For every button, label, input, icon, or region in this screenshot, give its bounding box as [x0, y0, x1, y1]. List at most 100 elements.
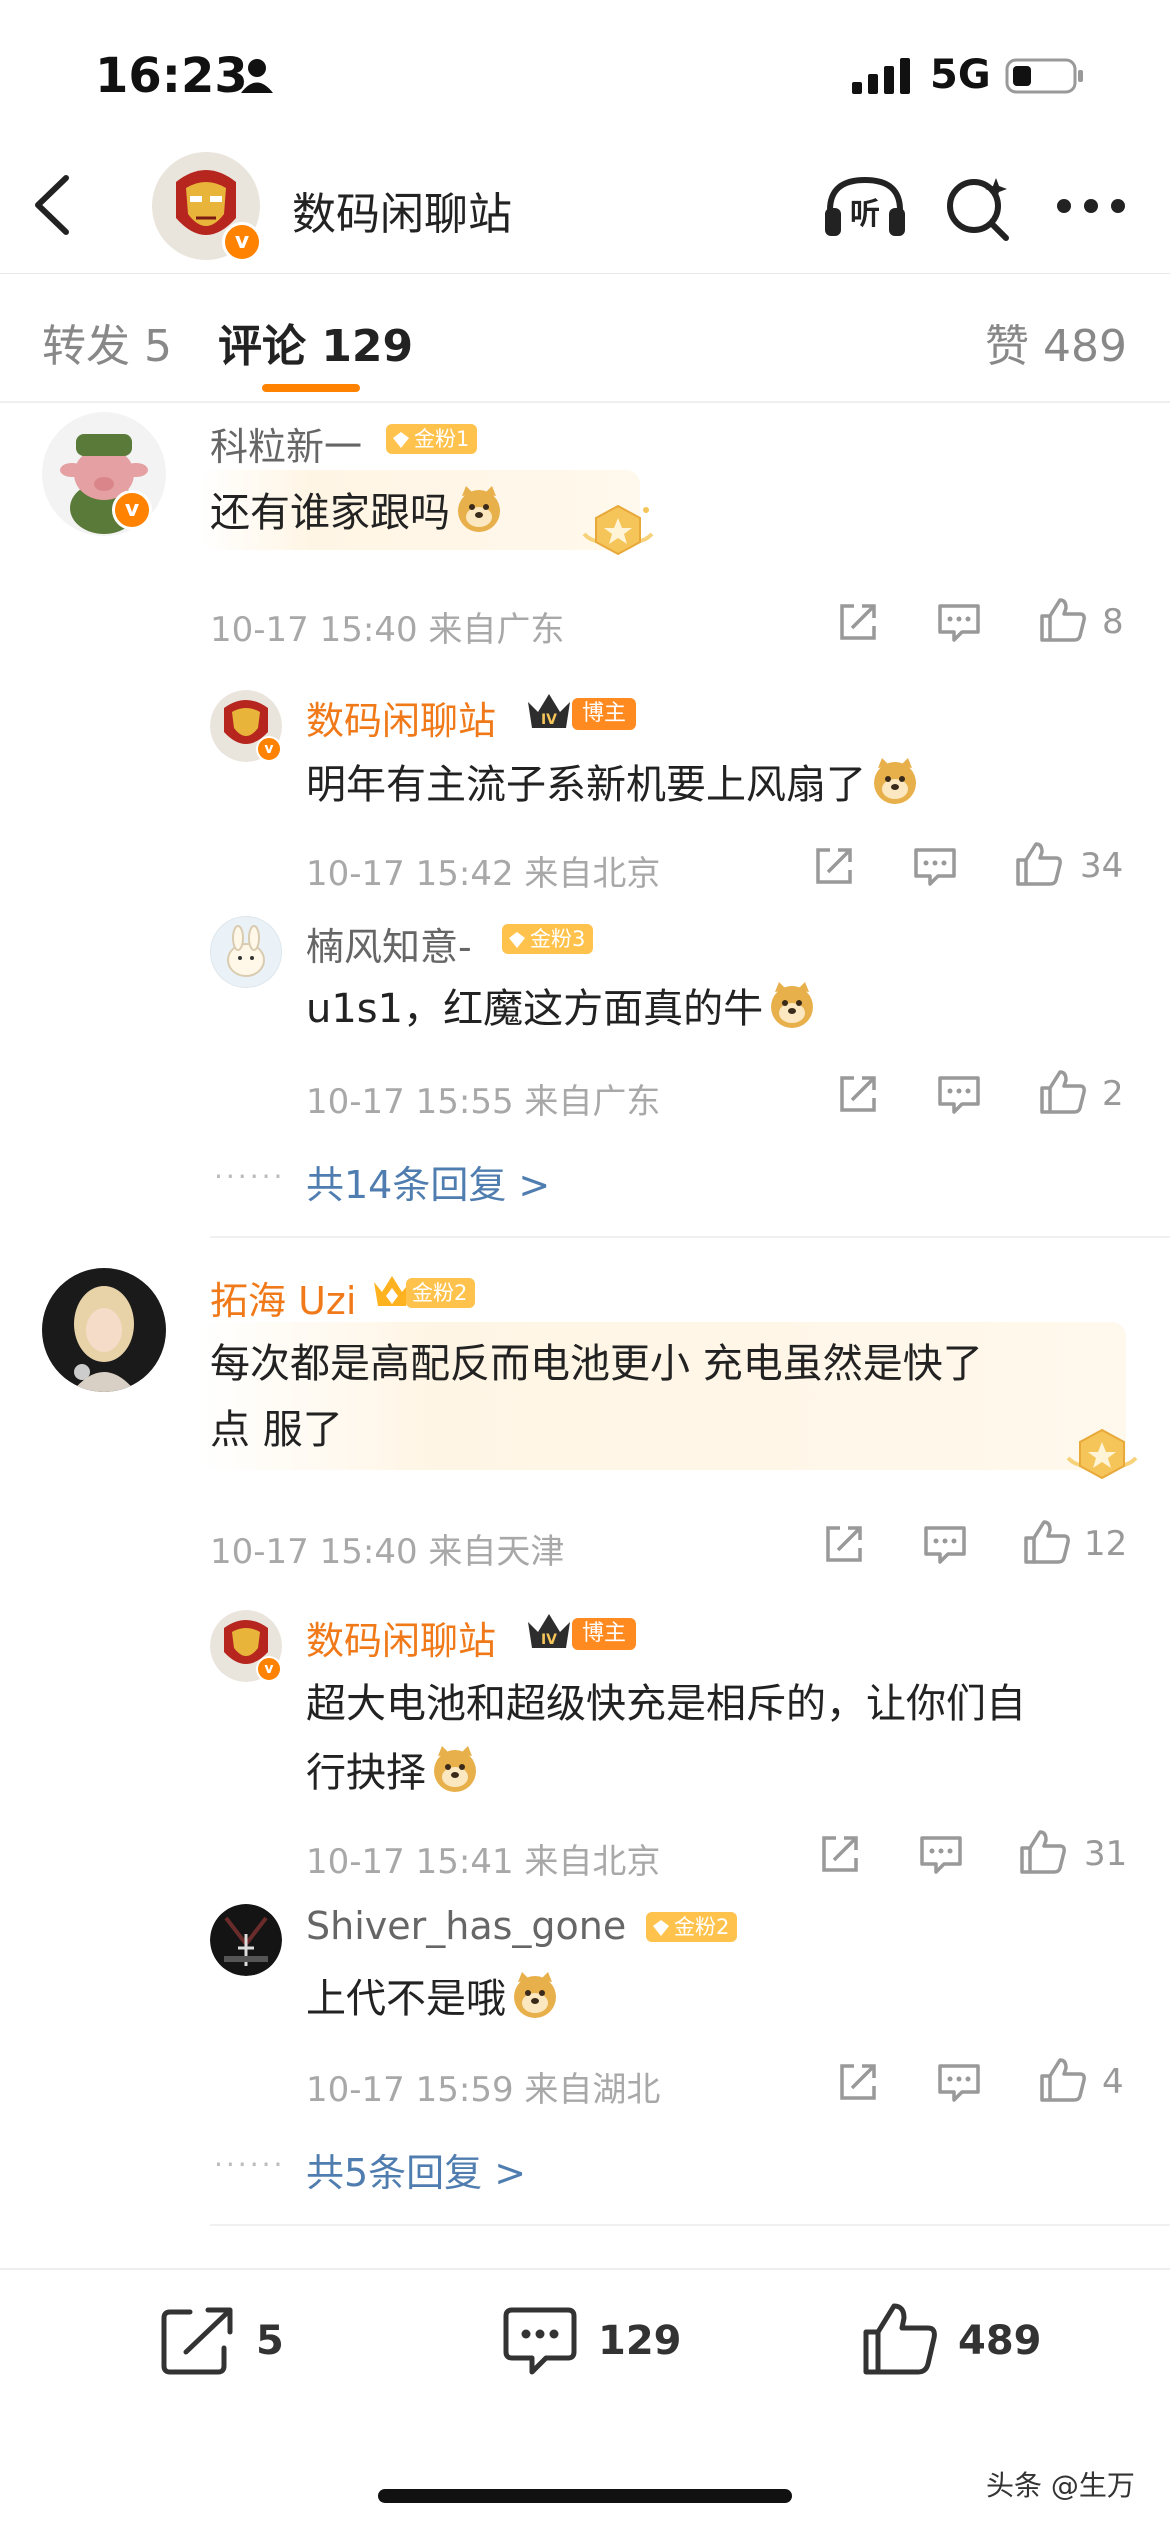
- like-count[interactable]: 489: [958, 2318, 1042, 2364]
- header-divider: [0, 273, 1170, 274]
- repost-icon[interactable]: [836, 2060, 880, 2104]
- reply-text-value: 明年有主流子系新机要上风扇了: [306, 762, 866, 808]
- comment-meta: 10-17 15:40 来自天津: [210, 1532, 565, 1572]
- svg-text:IV: IV: [541, 1632, 557, 1648]
- doge-emoji-icon: [510, 1970, 560, 2020]
- tab-reposts[interactable]: 转发 5: [42, 310, 172, 374]
- like-count: 4: [1102, 2062, 1124, 2102]
- reply-meta: 10-17 15:59 来自湖北: [306, 2070, 661, 2110]
- gold-medal-icon: [580, 500, 656, 562]
- reply-meta: 10-17 15:41 来自北京: [306, 1842, 661, 1882]
- search-icon[interactable]: [944, 174, 1014, 244]
- tabs-divider: [0, 401, 1170, 403]
- reply-icon[interactable]: [912, 846, 958, 888]
- like-icon[interactable]: [1038, 596, 1088, 644]
- reply-icon[interactable]: [936, 602, 982, 644]
- fan-badge: 金粉3: [502, 924, 594, 954]
- verified-badge-icon: v: [256, 1656, 282, 1682]
- like-icon[interactable]: [1022, 1518, 1072, 1566]
- avatar[interactable]: [42, 1268, 166, 1392]
- comment-divider: [210, 2224, 1170, 2226]
- verified-badge-icon: v: [222, 222, 262, 262]
- svg-text:听: 听: [850, 197, 880, 232]
- more-icon[interactable]: [1056, 198, 1126, 214]
- comment-text-line1: 每次都是高配反而电池更小 充电虽然是快了: [210, 1341, 983, 1387]
- like-icon[interactable]: [1038, 2056, 1088, 2104]
- tab-likes[interactable]: 赞 489: [985, 310, 1127, 374]
- reply-username[interactable]: 数码闲聊站: [306, 1610, 496, 1665]
- verified-badge-icon: v: [112, 490, 152, 530]
- repost-icon[interactable]: [836, 1072, 880, 1116]
- home-indicator[interactable]: [378, 2489, 792, 2503]
- network-label: 5G: [930, 52, 991, 98]
- back-icon[interactable]: [30, 172, 74, 238]
- repost-count[interactable]: 5: [256, 2318, 284, 2364]
- diamond-icon: [508, 931, 526, 949]
- dots-decoration: ······: [214, 1160, 286, 1193]
- reply-avatar[interactable]: [210, 1904, 282, 1976]
- reply-text: 明年有主流子系新机要上风扇了: [306, 756, 920, 811]
- doge-emoji-icon: [454, 484, 504, 534]
- reply-avatar[interactable]: [210, 916, 282, 988]
- page-title: 数码闲聊站: [292, 189, 512, 240]
- comment-divider: [210, 1236, 1170, 1238]
- reply-text-line1: 超大电池和超级快充是相斥的，让你们自: [306, 1681, 1026, 1727]
- like-count: 34: [1080, 846, 1124, 886]
- crown-icon: IV: [524, 690, 574, 734]
- diamond-icon: [652, 1919, 670, 1937]
- fan-badge: 金粉1: [386, 424, 478, 454]
- like-icon[interactable]: [1038, 1068, 1088, 1116]
- listen-icon[interactable]: 听: [822, 172, 908, 242]
- comment-text-line2: 点 服了: [210, 1407, 343, 1453]
- doge-emoji-icon: [767, 980, 817, 1030]
- comment-count[interactable]: 129: [598, 2318, 682, 2364]
- status-time: 16:23: [95, 48, 248, 104]
- more-replies-link[interactable]: 共5条回复 >: [306, 2142, 526, 2197]
- fan-badge: 金粉2: [406, 1278, 476, 1308]
- doge-emoji-icon: [430, 1744, 480, 1794]
- doge-emoji-icon: [870, 756, 920, 806]
- repost-icon[interactable]: [160, 2304, 238, 2376]
- reply-meta: 10-17 15:55 来自广东: [306, 1082, 661, 1122]
- like-count: 8: [1102, 602, 1124, 642]
- repost-icon[interactable]: [822, 1522, 866, 1566]
- reply-username[interactable]: 楠风知意-: [306, 916, 472, 971]
- like-icon[interactable]: [1014, 840, 1064, 888]
- fan-badge-label: 金粉3: [530, 927, 586, 951]
- signal-icon: [852, 58, 912, 94]
- reply-username[interactable]: Shiver_has_gone: [306, 1904, 626, 1948]
- reply-icon[interactable]: [936, 1074, 982, 1116]
- tab-comments[interactable]: 评论 129: [218, 310, 413, 374]
- reply-username[interactable]: 数码闲聊站: [306, 690, 496, 745]
- active-tab-indicator: [262, 384, 360, 392]
- battery-icon: [1005, 56, 1085, 96]
- reply-text-line2: 行抉择: [306, 1744, 480, 1799]
- reply-icon[interactable]: [918, 1834, 964, 1876]
- verified-badge-icon: v: [256, 736, 282, 762]
- comment-username[interactable]: 拓海 Uzi: [210, 1270, 356, 1325]
- repost-icon[interactable]: [836, 600, 880, 644]
- bottom-bar-divider: [0, 2268, 1170, 2270]
- fan-badge: 金粉2: [646, 1912, 738, 1942]
- fan-badge-label: 金粉1: [414, 427, 470, 451]
- comment-icon[interactable]: [502, 2306, 578, 2378]
- like-icon[interactable]: [1018, 1828, 1068, 1876]
- reply-text: u1s1，红魔这方面真的牛: [306, 980, 817, 1035]
- comment-username[interactable]: 科粒新一: [210, 416, 362, 471]
- blogger-badge: 博主: [572, 1618, 637, 1650]
- reply-icon[interactable]: [936, 2062, 982, 2104]
- gold-medal-icon: [1064, 1424, 1140, 1486]
- comment-text-value: 还有谁家跟吗: [210, 490, 450, 536]
- reply-text: 上代不是哦: [306, 1970, 560, 2025]
- more-replies-link[interactable]: 共14条回复 >: [306, 1154, 550, 1209]
- like-count: 12: [1084, 1524, 1128, 1564]
- reply-icon[interactable]: [922, 1524, 968, 1566]
- diamond-icon: [392, 431, 410, 449]
- repost-icon[interactable]: [818, 1832, 862, 1876]
- repost-icon[interactable]: [812, 844, 856, 888]
- watermark: 头条 @生万: [986, 2469, 1135, 2502]
- crown-icon: IV: [524, 1610, 574, 1654]
- like-icon[interactable]: [860, 2300, 940, 2378]
- reply-text-value: 行抉择: [306, 1750, 426, 1796]
- fan-badge-label: 金粉2: [412, 1281, 468, 1305]
